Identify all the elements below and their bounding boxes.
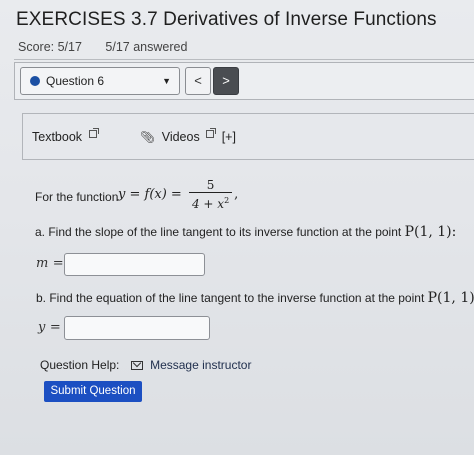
- equals-sign: =: [49, 320, 61, 335]
- part-b-point: P(1, 1):: [427, 290, 474, 306]
- slope-input[interactable]: [64, 253, 205, 276]
- external-link-icon: [88, 128, 99, 138]
- function-lhs: y = f(x) =: [118, 187, 182, 202]
- score-text: Score: 5/17: [18, 40, 82, 54]
- videos-expand-toggle[interactable]: [+]: [222, 130, 236, 144]
- function-comma: ,: [234, 187, 239, 202]
- videos-link[interactable]: 📎︎ Videos [+]: [140, 128, 236, 144]
- function-intro: For the function: [35, 190, 119, 204]
- denominator-exponent: 2: [224, 196, 230, 205]
- fraction-numerator: 5: [206, 178, 215, 192]
- function-fraction: 5 4 + x2: [188, 178, 233, 211]
- answer-a-label: m =: [36, 254, 64, 272]
- part-a-point: P(1, 1):: [404, 224, 457, 240]
- page-title: EXERCISES 3.7 Derivatives of Inverse Fun…: [16, 9, 437, 30]
- question-help: Question Help: Message instructor: [40, 358, 251, 372]
- paperclip-icon: 📎︎: [140, 130, 156, 144]
- message-instructor-link[interactable]: Message instructor: [150, 358, 251, 372]
- prev-question-button[interactable]: <: [185, 67, 211, 95]
- mail-icon: [130, 361, 143, 370]
- textbook-label: Textbook: [32, 130, 83, 144]
- next-question-button[interactable]: >: [213, 67, 239, 95]
- question-help-label: Question Help:: [40, 358, 120, 372]
- function-definition: y = f(x) = 5 4 + x2 ,: [118, 178, 238, 211]
- submit-question-button[interactable]: Submit Question: [44, 381, 142, 402]
- external-link-icon: [206, 128, 217, 138]
- question-select[interactable]: Question 6 ▼: [20, 67, 180, 95]
- videos-label: Videos: [161, 130, 200, 144]
- answer-b-label: y =: [38, 318, 61, 336]
- var-m: m: [36, 256, 49, 271]
- status-dot-icon: [30, 76, 40, 86]
- part-a-text: a. Find the slope of the line tangent to…: [35, 224, 456, 240]
- part-b-text: b. Find the equation of the line tangent…: [36, 290, 474, 306]
- part-a-prompt: a. Find the slope of the line tangent to…: [35, 225, 402, 239]
- textbook-link[interactable]: Textbook: [32, 128, 99, 144]
- denominator-base: 4 + x: [191, 197, 225, 211]
- caret-down-icon: ▼: [162, 76, 171, 86]
- equation-input[interactable]: [64, 316, 210, 340]
- header-divider: [14, 59, 474, 60]
- part-b-prompt: b. Find the equation of the line tangent…: [36, 291, 425, 305]
- var-y: y: [38, 320, 46, 335]
- equals-sign: =: [52, 256, 64, 271]
- answered-text: 5/17 answered: [105, 40, 188, 54]
- question-select-label: Question 6: [46, 74, 105, 88]
- fraction-denominator: 4 + x2: [188, 192, 233, 211]
- score-line: Score: 5/17 5/17 answered: [18, 40, 207, 54]
